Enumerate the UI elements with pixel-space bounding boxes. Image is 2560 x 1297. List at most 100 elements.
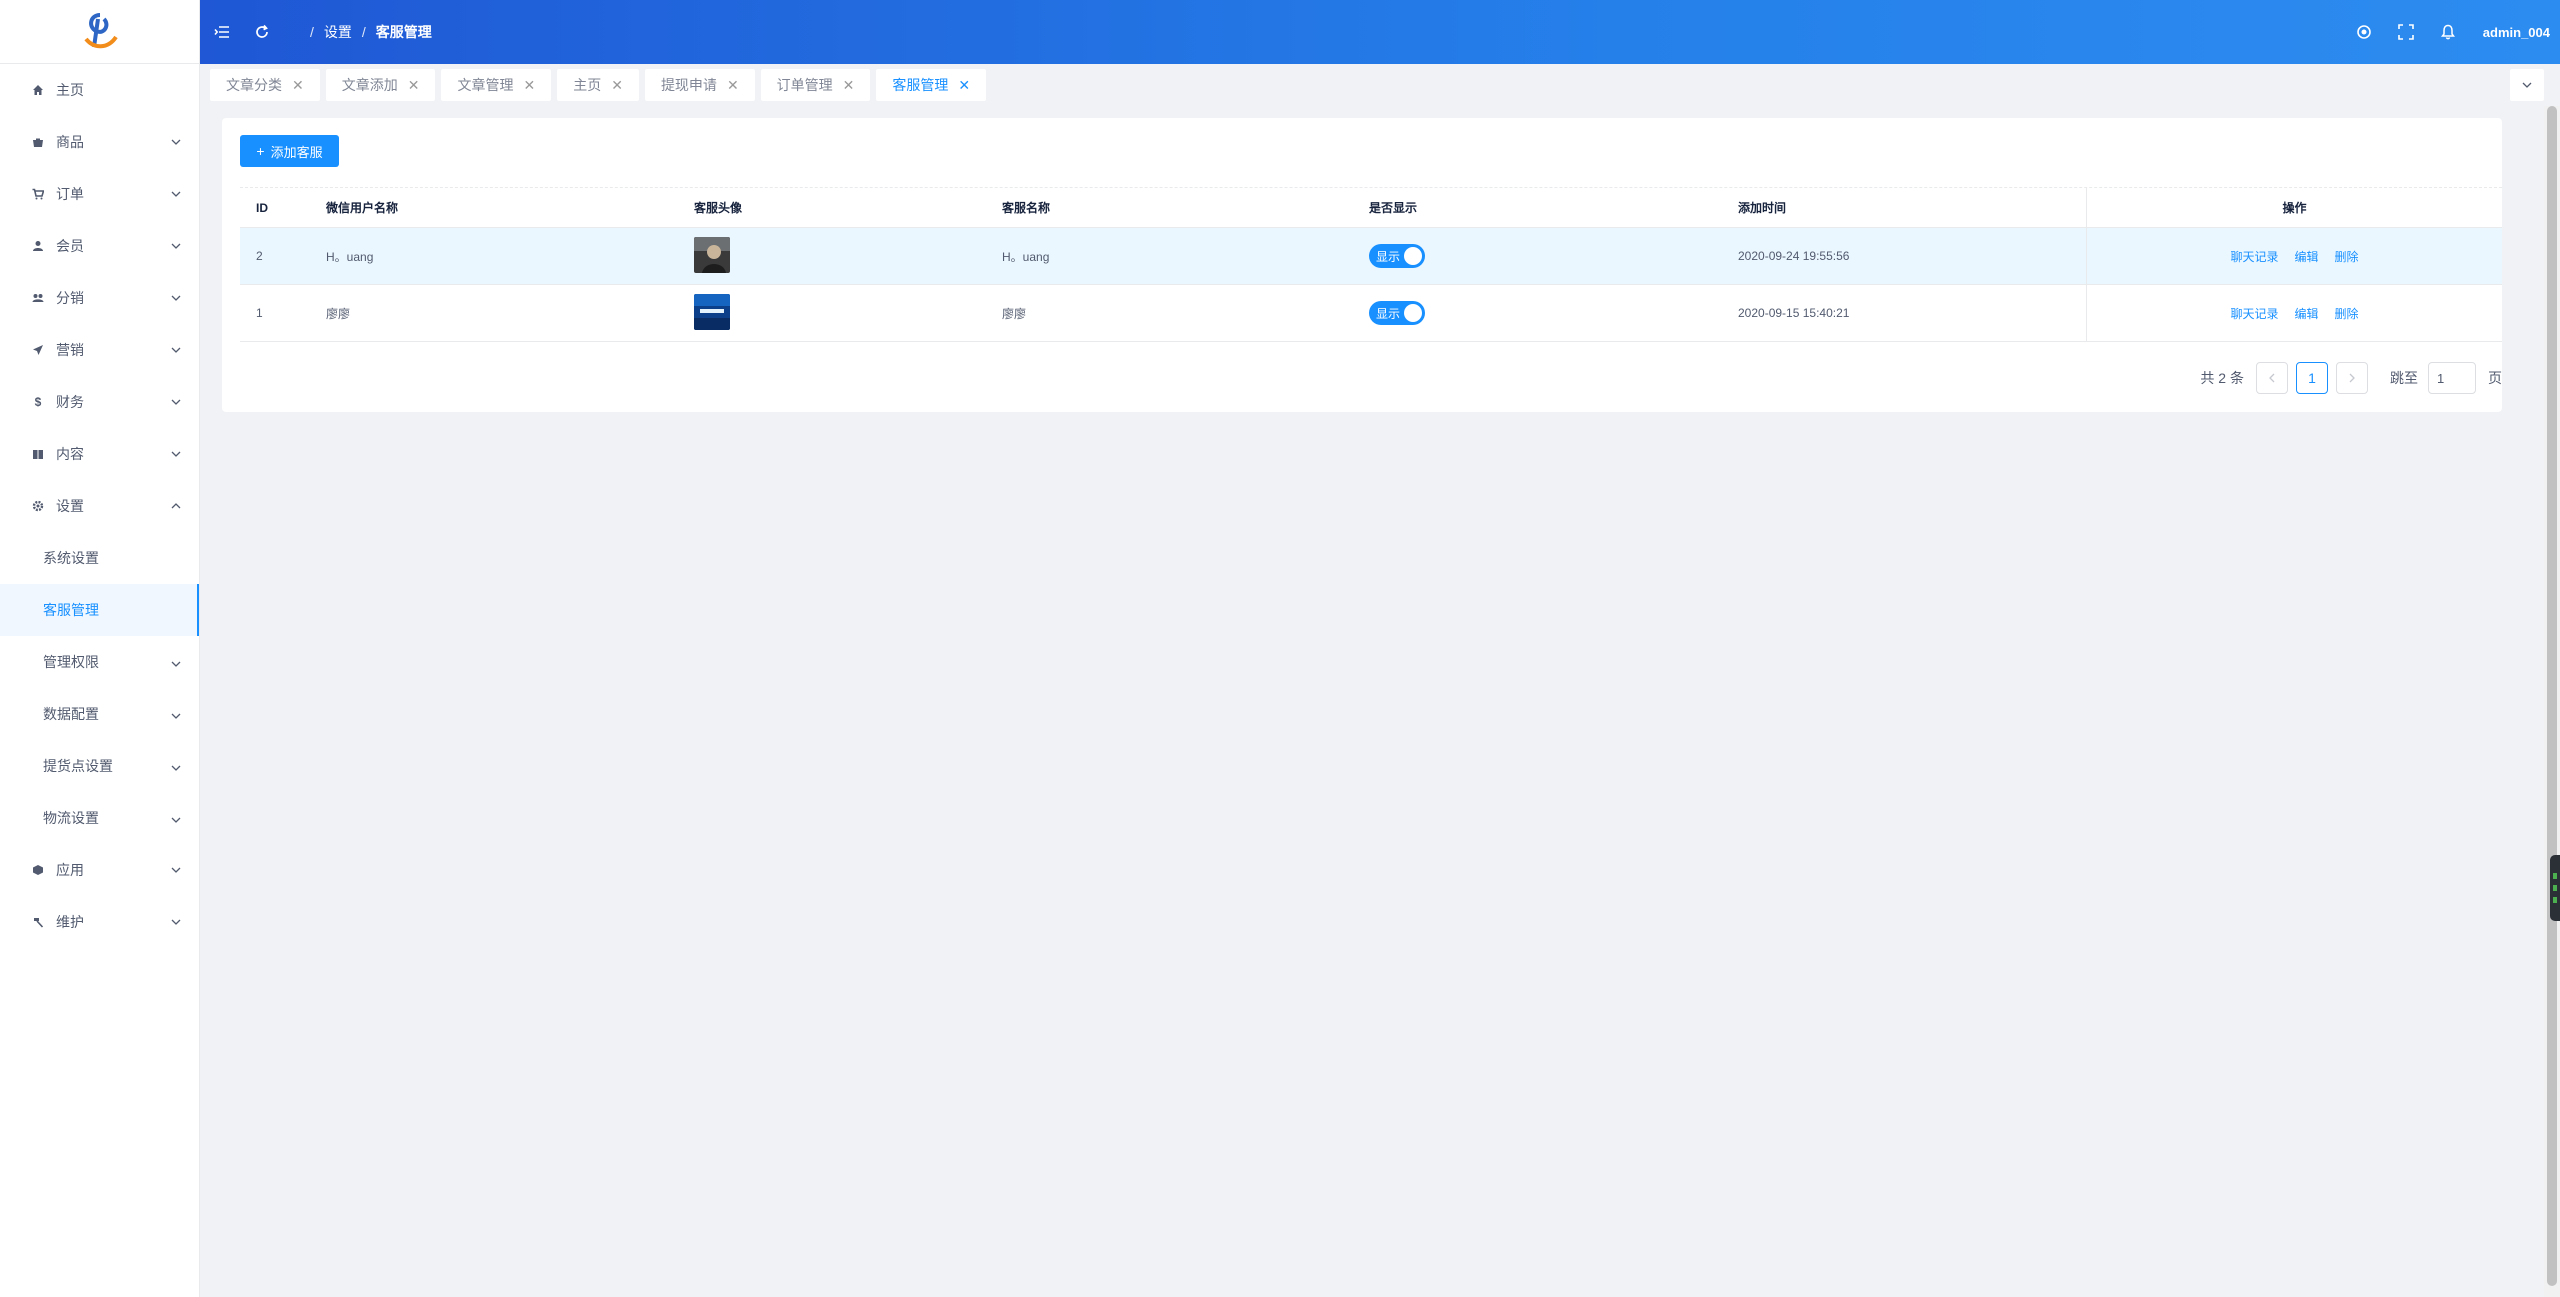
tab-service-management[interactable]: 客服管理 ✕: [876, 69, 987, 101]
chevron-down-icon: [171, 449, 181, 459]
plus-icon: +: [256, 143, 265, 159]
gear-icon: [30, 500, 46, 512]
indicator-icon: [2553, 897, 2557, 903]
breadcrumb-item[interactable]: 设置: [324, 22, 352, 42]
table-header: ID 微信用户名称 客服头像 客服名称 是否显示 添加时间 操作: [240, 188, 2502, 228]
sidebar-subitem-pickup-settings[interactable]: 提货点设置: [0, 740, 199, 792]
close-icon[interactable]: ✕: [727, 77, 739, 94]
cell-id: 1: [256, 306, 263, 320]
hammer-icon: [30, 916, 46, 928]
sidebar-item-members[interactable]: 会员: [0, 220, 199, 272]
breadcrumb-current: 客服管理: [375, 24, 432, 40]
refresh-icon: [256, 24, 268, 38]
sidebar-item-content[interactable]: 内容: [0, 428, 199, 480]
column-header: ID: [256, 200, 268, 215]
sidebar-item-maintenance[interactable]: 维护: [0, 896, 199, 948]
sidebar-subitem-permissions[interactable]: 管理权限: [0, 636, 199, 688]
tab-label: 客服管理: [892, 77, 949, 93]
tab-article-category[interactable]: 文章分类 ✕: [210, 69, 320, 101]
sidebar-item-label: 主页: [56, 82, 84, 98]
sidebar-subitem-label: 物流设置: [43, 810, 99, 826]
close-icon[interactable]: ✕: [611, 77, 623, 94]
avatar[interactable]: [694, 293, 730, 330]
sidebar-subitem-service-management[interactable]: 客服管理: [0, 584, 199, 636]
close-icon[interactable]: ✕: [292, 77, 304, 94]
chevron-up-icon: [171, 501, 181, 511]
chevron-down-icon: [171, 137, 181, 147]
next-page-button[interactable]: [2336, 362, 2368, 394]
delete-link[interactable]: 删除: [2335, 248, 2359, 265]
table-row[interactable]: 1 廖廖 廖廖 显示 2020-09-15 15:40:21 聊天记录 编辑 删…: [240, 285, 2502, 342]
edit-link[interactable]: 编辑: [2294, 248, 2318, 265]
cell-wx-name: H。uang: [326, 249, 374, 264]
tabs-more-button[interactable]: [2510, 69, 2544, 101]
content-card: + 添加客服 ID 微信用户名称 客服头像 客服名称 是否显示 添加时间 操作 …: [222, 118, 2502, 412]
sidebar-item-finance[interactable]: $ 财务: [0, 376, 199, 428]
sidebar-subitem-label: 提货点设置: [43, 758, 113, 774]
close-icon[interactable]: ✕: [958, 77, 970, 94]
column-header: 是否显示: [1369, 201, 1418, 215]
locate-button[interactable]: [2343, 0, 2385, 64]
side-widget-handle[interactable]: [2550, 855, 2560, 921]
sidebar-subitem-label: 客服管理: [43, 602, 99, 618]
show-toggle[interactable]: 显示: [1369, 244, 1425, 268]
chevron-down-icon: [171, 189, 181, 199]
prev-page-button[interactable]: [2256, 362, 2288, 394]
pagination: 共 2 条 1 跳至 页: [2200, 362, 2502, 394]
refresh-button[interactable]: [242, 0, 282, 64]
tab-order-management[interactable]: 订单管理 ✕: [760, 69, 871, 101]
cell-avatar: [678, 293, 986, 333]
chat-history-link[interactable]: 聊天记录: [2230, 305, 2278, 322]
edit-link[interactable]: 编辑: [2294, 305, 2318, 322]
sidebar-item-home[interactable]: 主页: [0, 64, 199, 116]
scrollbar-thumb[interactable]: [2547, 106, 2557, 1286]
avatar[interactable]: [694, 236, 730, 273]
delete-link[interactable]: 删除: [2335, 305, 2359, 322]
tab-label: 订单管理: [776, 77, 833, 93]
logo[interactable]: [0, 0, 199, 64]
sidebar-item-goods[interactable]: 商品: [0, 116, 199, 168]
chevron-left-icon: [2269, 373, 2275, 383]
tab-article-add[interactable]: 文章添加 ✕: [325, 69, 436, 101]
show-toggle[interactable]: 显示: [1369, 301, 1425, 325]
close-icon[interactable]: ✕: [843, 77, 855, 94]
cart-icon: [30, 188, 46, 200]
close-icon[interactable]: ✕: [523, 77, 535, 94]
cell-show: 显示: [1353, 301, 1722, 325]
bell-icon: [2440, 24, 2455, 40]
chat-history-link[interactable]: 聊天记录: [2230, 248, 2278, 265]
sidebar-item-settings[interactable]: 设置: [0, 480, 199, 532]
add-service-button[interactable]: + 添加客服: [240, 135, 339, 167]
user-menu[interactable]: admin_004: [2483, 25, 2550, 40]
chevron-down-icon: [171, 241, 181, 251]
tab-label: 提现申请: [660, 77, 717, 93]
sidebar-subitem-data-config[interactable]: 数据配置: [0, 688, 199, 740]
sidebar-item-orders[interactable]: 订单: [0, 168, 199, 220]
sidebar-item-marketing[interactable]: 营销: [0, 324, 199, 376]
sidebar-item-distribution[interactable]: 分销: [0, 272, 199, 324]
home-icon: [30, 84, 46, 96]
fullscreen-button[interactable]: [2385, 0, 2427, 64]
jump-page-input[interactable]: [2428, 362, 2476, 394]
page-number-button[interactable]: 1: [2296, 362, 2328, 394]
chevron-down-icon: [171, 810, 181, 826]
cell-show: 显示: [1353, 244, 1722, 268]
tab-home[interactable]: 主页 ✕: [557, 69, 639, 101]
table-row[interactable]: 2 H。uang H。uang 显示 2020-09-24 19:55:56 聊…: [240, 228, 2502, 285]
column-header: 客服头像: [694, 201, 743, 215]
sidebar-subitem-system-settings[interactable]: 系统设置: [0, 532, 199, 584]
close-icon[interactable]: ✕: [408, 77, 420, 94]
sidebar-item-label: 商品: [56, 134, 84, 150]
tab-article-management[interactable]: 文章管理 ✕: [441, 69, 552, 101]
cell-actions: 聊天记录 编辑 删除: [2086, 228, 2502, 284]
sidebar-item-label: 应用: [56, 862, 84, 878]
menu-toggle-button[interactable]: [202, 0, 242, 64]
sidebar-item-apps[interactable]: 应用: [0, 844, 199, 896]
tab-withdraw-requests[interactable]: 提现申请 ✕: [644, 69, 755, 101]
column-header: 客服名称: [1002, 201, 1051, 215]
send-icon: [30, 344, 46, 356]
notification-button[interactable]: [2427, 0, 2469, 64]
sidebar-subitem-logistics-settings[interactable]: 物流设置: [0, 792, 199, 844]
vertical-scrollbar[interactable]: [2544, 106, 2560, 1297]
cell-time: 2020-09-24 19:55:56: [1738, 249, 1850, 263]
